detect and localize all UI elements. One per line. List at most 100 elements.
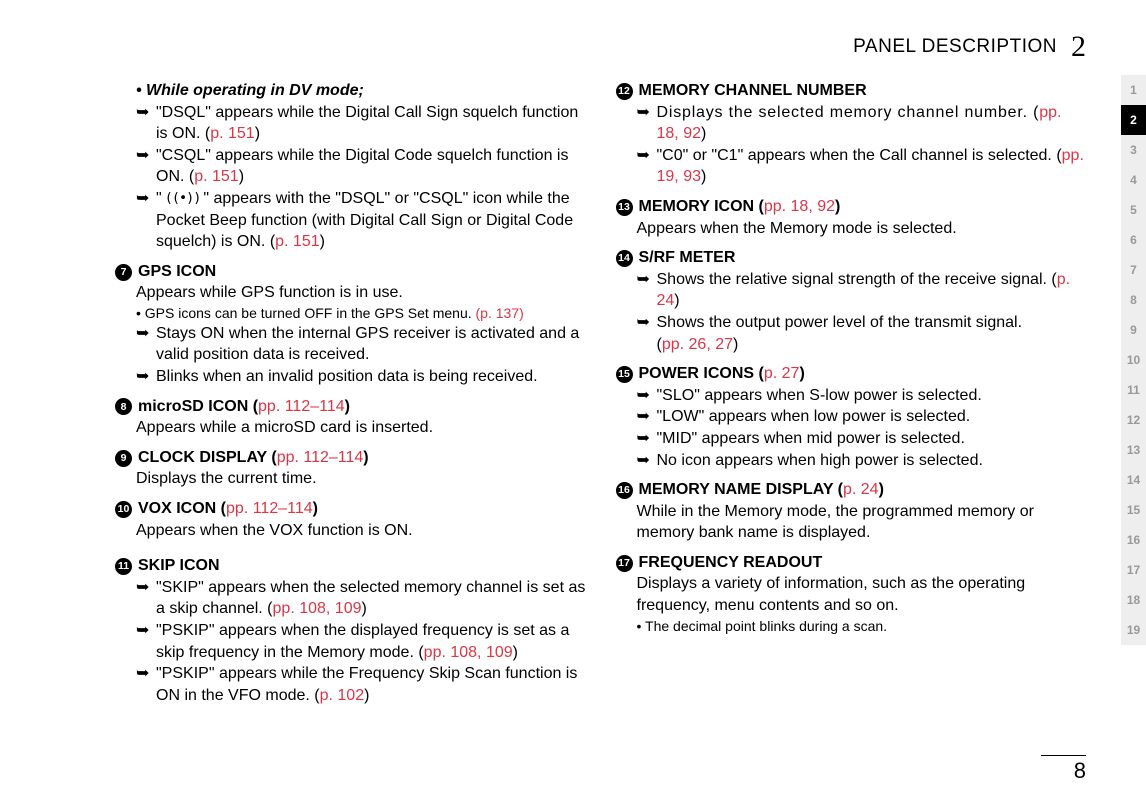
arrow-icon: ➥: [637, 385, 657, 407]
arrow-icon: ➥: [136, 620, 156, 663]
pocket-beep-icon: ((•)): [162, 189, 204, 207]
item-microsd-icon: 8 microSD ICON (pp. 112–114): [115, 396, 586, 418]
list-item: ➥ Stays ON when the internal GPS receive…: [136, 323, 586, 366]
left-column: • While operating in DV mode; ➥ "DSQL" a…: [115, 80, 586, 706]
circled-number-icon: 17: [616, 555, 633, 572]
side-tabs: 1 2 3 4 5 6 7 8 9 10 11 12 13 14 15 16 1…: [1121, 75, 1146, 645]
page-ref: p. 151: [210, 125, 254, 142]
page-ref: p. 27: [764, 365, 800, 382]
item-memory-name-display: 16 MEMORY NAME DISPLAY (p. 24): [616, 479, 1087, 501]
side-tab-11[interactable]: 11: [1121, 375, 1146, 405]
arrow-icon: ➥: [136, 577, 156, 620]
circled-number-icon: 10: [115, 501, 132, 518]
arrow-icon: ➥: [637, 428, 657, 450]
side-tab-14[interactable]: 14: [1121, 465, 1146, 495]
page-ref: p. 151: [194, 168, 238, 185]
list-item: ➥ "((•))" appears with the "DSQL" or "CS…: [136, 188, 586, 253]
list-item: ➥"SLO" appears when S-low power is selec…: [637, 385, 1087, 407]
item-skip-icon: 11 SKIP ICON: [115, 555, 586, 577]
item-clock-display: 9 CLOCK DISPLAY (pp. 112–114): [115, 447, 586, 469]
dv-mode-heading: • While operating in DV mode;: [136, 80, 586, 102]
chapter-number: 2: [1071, 30, 1086, 64]
circled-number-icon: 9: [115, 450, 132, 467]
arrow-icon: ➥: [136, 663, 156, 706]
body-text: Appears while GPS function is in use.: [136, 282, 586, 304]
circled-number-icon: 7: [115, 264, 132, 281]
list-item: ➥ "PSKIP" appears while the Frequency Sk…: [136, 663, 586, 706]
arrow-icon: ➥: [136, 145, 156, 188]
page-ref: pp. 108, 109: [424, 644, 513, 661]
arrow-icon: ➥: [637, 312, 657, 355]
body-text: Displays the current time.: [136, 468, 586, 490]
page-header: PANEL DESCRIPTION 2: [115, 30, 1086, 64]
page-ref: pp. 108, 109: [273, 600, 362, 617]
list-item: ➥ "SKIP" appears when the selected memor…: [136, 577, 586, 620]
item-power-icons: 15 POWER ICONS (p. 27): [616, 363, 1087, 385]
page-ref: pp. 112–114: [258, 398, 345, 415]
page-number: 8: [1041, 755, 1086, 784]
list-item: ➥ "PSKIP" appears when the displayed fre…: [136, 620, 586, 663]
circled-number-icon: 15: [616, 366, 633, 383]
note-text: • The decimal point blinks during a scan…: [637, 617, 1087, 636]
circled-number-icon: 12: [616, 83, 633, 100]
arrow-icon: ➥: [637, 406, 657, 428]
arrow-icon: ➥: [637, 102, 657, 145]
circled-number-icon: 16: [616, 482, 633, 499]
item-memory-icon: 13 MEMORY ICON (pp. 18, 92): [616, 196, 1087, 218]
list-item: ➥ Shows the output power level of the tr…: [637, 312, 1087, 355]
list-item: ➥ Shows the relative signal strength of …: [637, 269, 1087, 312]
side-tab-8[interactable]: 8: [1121, 285, 1146, 315]
list-item: ➥No icon appears when high power is sele…: [637, 450, 1087, 472]
side-tab-5[interactable]: 5: [1121, 195, 1146, 225]
page-ref: p. 151: [275, 233, 319, 250]
side-tab-9[interactable]: 9: [1121, 315, 1146, 345]
section-title: PANEL DESCRIPTION: [853, 36, 1057, 58]
circled-number-icon: 11: [115, 558, 132, 575]
arrow-icon: ➥: [136, 366, 156, 388]
page-ref: p. 102: [320, 687, 364, 704]
list-item: ➥ "CSQL" appears while the Digital Code …: [136, 145, 586, 188]
list-item: ➥ "C0" or "C1" appears when the Call cha…: [637, 145, 1087, 188]
page-ref: p. 24: [843, 481, 879, 498]
side-tab-1[interactable]: 1: [1121, 75, 1146, 105]
page-ref: pp. 26, 27: [662, 336, 733, 353]
side-tab-13[interactable]: 13: [1121, 435, 1146, 465]
side-tab-19[interactable]: 19: [1121, 615, 1146, 645]
body-text: Appears when the VOX function is ON.: [136, 520, 586, 542]
item-memory-channel-number: 12 MEMORY CHANNEL NUMBER: [616, 80, 1087, 102]
item-srf-meter: 14 S/RF METER: [616, 247, 1087, 269]
side-tab-17[interactable]: 17: [1121, 555, 1146, 585]
page-ref: pp. 18, 92: [764, 198, 835, 215]
note-text: • GPS icons can be turned OFF in the GPS…: [136, 304, 586, 323]
side-tab-4[interactable]: 4: [1121, 165, 1146, 195]
side-tab-10[interactable]: 10: [1121, 345, 1146, 375]
side-tab-3[interactable]: 3: [1121, 135, 1146, 165]
arrow-icon: ➥: [136, 188, 156, 253]
item-frequency-readout: 17 FREQUENCY READOUT: [616, 552, 1087, 574]
side-tab-15[interactable]: 15: [1121, 495, 1146, 525]
arrow-icon: ➥: [136, 102, 156, 145]
body-text: While in the Memory mode, the programmed…: [637, 501, 1087, 544]
list-item: ➥ Blinks when an invalid position data i…: [136, 366, 586, 388]
side-tab-2[interactable]: 2: [1121, 105, 1146, 135]
arrow-icon: ➥: [136, 323, 156, 366]
item-gps-icon: 7 GPS ICON: [115, 261, 586, 283]
side-tab-6[interactable]: 6: [1121, 225, 1146, 255]
arrow-icon: ➥: [637, 450, 657, 472]
list-item: ➥"MID" appears when mid power is selecte…: [637, 428, 1087, 450]
body-text: Displays a variety of information, such …: [637, 573, 1087, 616]
item-vox-icon: 10 VOX ICON (pp. 112–114): [115, 498, 586, 520]
body-text: Appears while a microSD card is inserted…: [136, 417, 586, 439]
arrow-icon: ➥: [637, 145, 657, 188]
list-item: ➥ Displays the selected memory channel n…: [637, 102, 1087, 145]
side-tab-7[interactable]: 7: [1121, 255, 1146, 285]
circled-number-icon: 14: [616, 250, 633, 267]
body-text: Appears when the Memory mode is selected…: [637, 218, 1087, 240]
circled-number-icon: 13: [616, 199, 633, 216]
side-tab-16[interactable]: 16: [1121, 525, 1146, 555]
arrow-icon: ➥: [637, 269, 657, 312]
side-tab-12[interactable]: 12: [1121, 405, 1146, 435]
list-item: ➥"LOW" appears when low power is selecte…: [637, 406, 1087, 428]
side-tab-18[interactable]: 18: [1121, 585, 1146, 615]
page-ref: pp. 112–114: [277, 449, 364, 466]
